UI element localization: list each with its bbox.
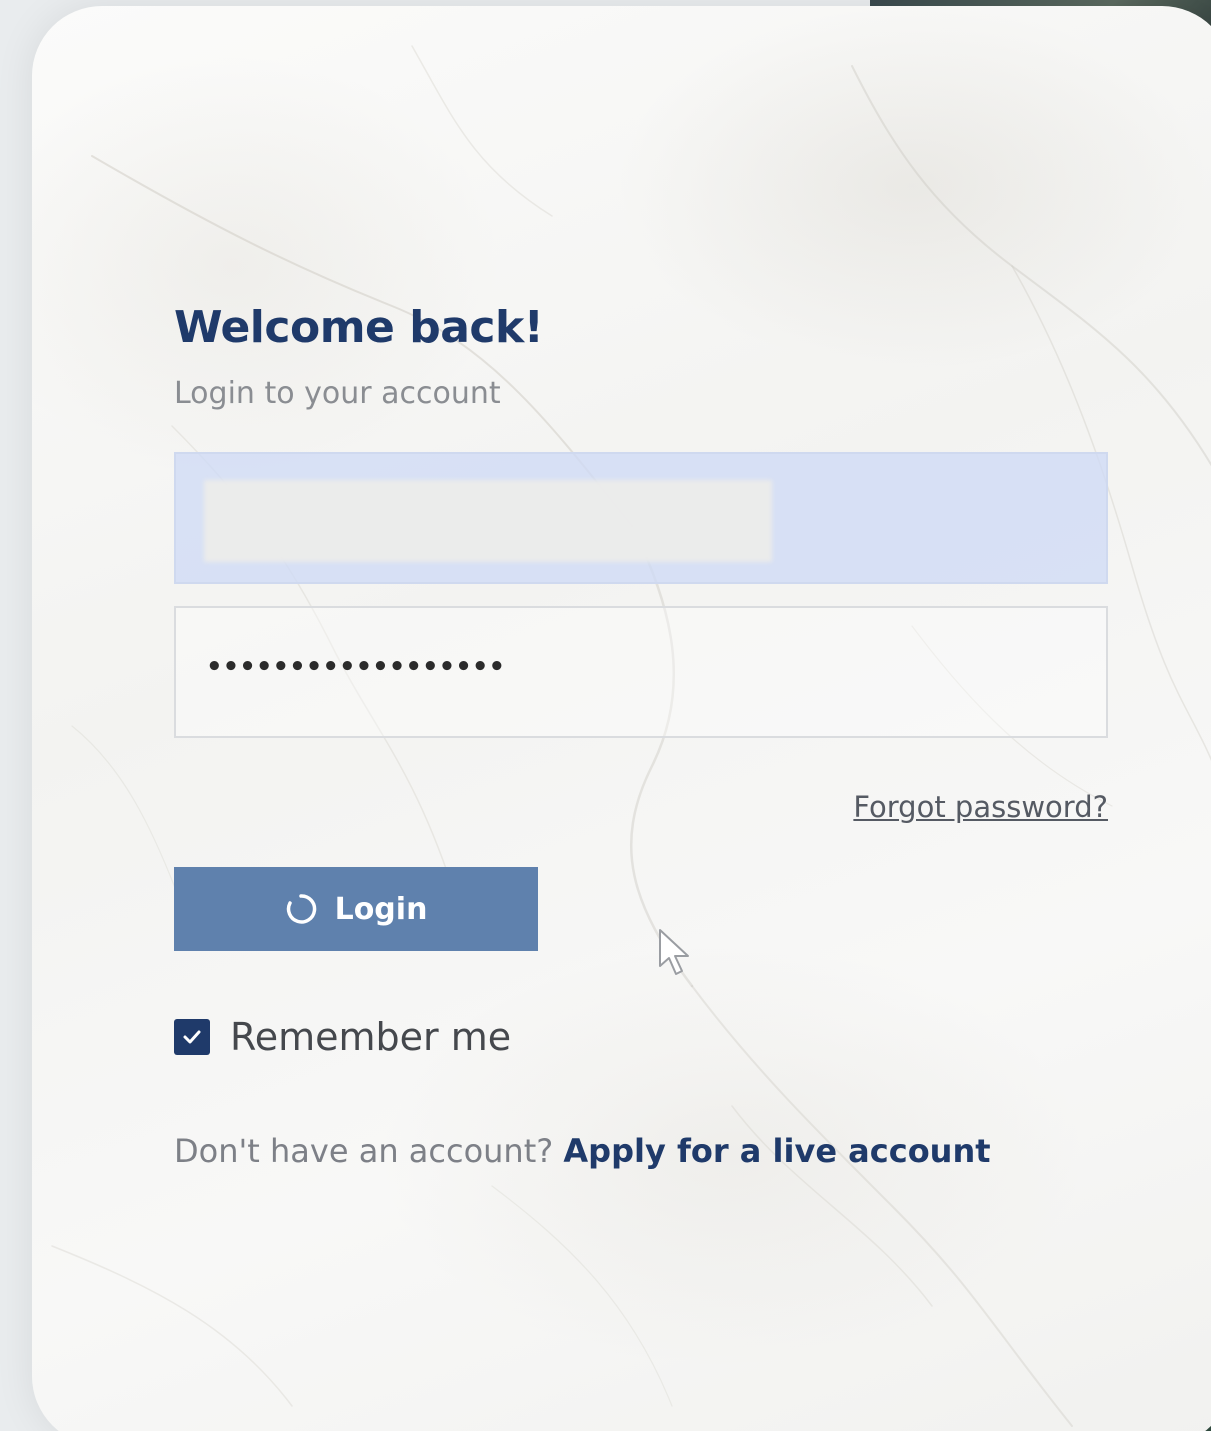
username-value-redacted bbox=[204, 480, 772, 562]
page-subtitle: Login to your account bbox=[174, 376, 501, 411]
remember-me-label: Remember me bbox=[230, 1015, 512, 1059]
signup-prompt-text: Don't have an account? bbox=[174, 1132, 554, 1170]
checkmark-icon bbox=[183, 1030, 201, 1044]
remember-me-row[interactable]: Remember me bbox=[174, 1015, 511, 1059]
apply-live-account-link[interactable]: Apply for a live account bbox=[563, 1132, 990, 1170]
remember-me-checkbox[interactable] bbox=[174, 1019, 210, 1055]
login-button[interactable]: Login bbox=[174, 867, 538, 951]
username-input[interactable] bbox=[174, 452, 1108, 584]
signup-prompt: Don't have an account? Apply for a live … bbox=[174, 1132, 991, 1170]
password-input[interactable]: •••••••••••••••••• bbox=[174, 606, 1108, 738]
login-card: Welcome back! Login to your account ••••… bbox=[32, 6, 1211, 1431]
mouse-pointer-icon bbox=[659, 929, 689, 975]
page-title: Welcome back! bbox=[174, 302, 544, 353]
forgot-password-link[interactable]: Forgot password? bbox=[853, 790, 1108, 824]
login-button-label: Login bbox=[334, 891, 428, 927]
spinner-icon bbox=[286, 894, 316, 924]
password-value: •••••••••••••••••• bbox=[206, 652, 506, 682]
